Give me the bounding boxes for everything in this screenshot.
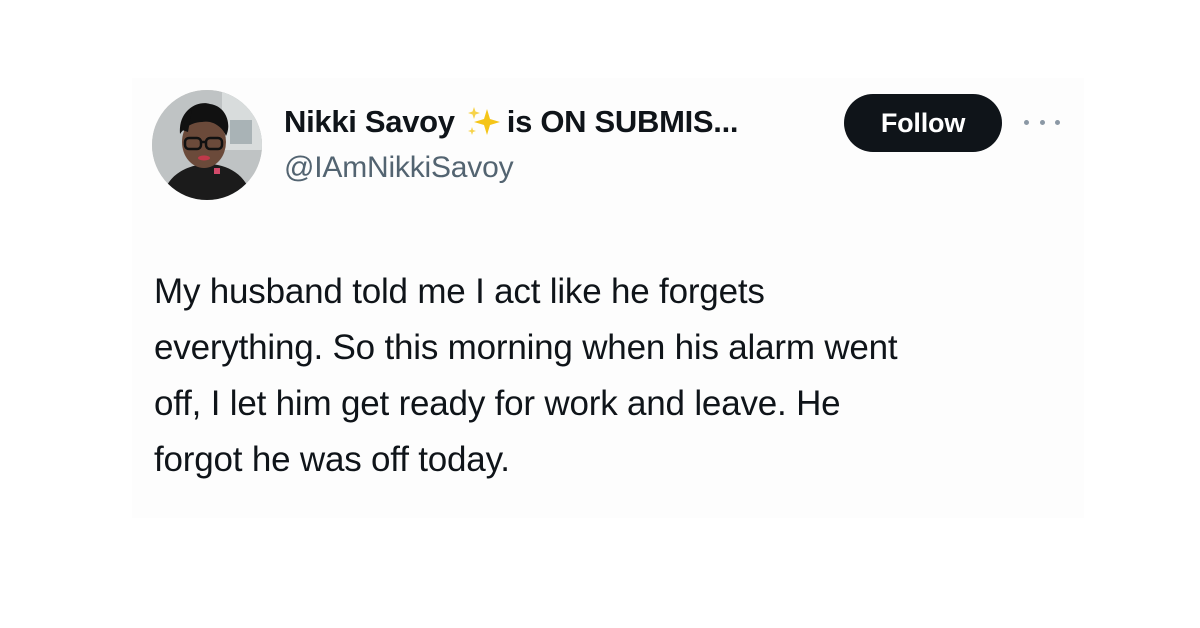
author-display-name[interactable]: Nikki Savoy [284, 102, 455, 142]
tweet-text-line: off, I let him get ready for work and le… [154, 384, 841, 423]
author-name-suffix[interactable]: is ON SUBMIS... [507, 102, 739, 142]
author-name-row[interactable]: Nikki Savoy is ON SUBMIS... [284, 102, 844, 142]
tweet-text-line: forgot he was off today. [154, 440, 510, 479]
page: Nikki Savoy is ON SUBMIS... @IAmNikkiSav… [0, 0, 1200, 628]
avatar[interactable] [152, 90, 262, 200]
dot [1024, 119, 1029, 125]
dot [1055, 119, 1060, 125]
sparkles-icon [465, 105, 503, 139]
tweet-text-line: everything. So this morning when his ala… [154, 328, 898, 367]
more-options-icon[interactable] [1024, 112, 1060, 132]
user-info: Nikki Savoy is ON SUBMIS... @IAmNikkiSav… [284, 102, 844, 188]
tweet-text: My husband told me I act like he forgets… [154, 264, 1074, 488]
avatar-image [152, 90, 262, 200]
follow-button[interactable]: Follow [844, 94, 1002, 152]
author-handle[interactable]: @IAmNikkiSavoy [284, 148, 844, 188]
tweet-text-line: My husband told me I act like he forgets [154, 272, 765, 311]
dot [1039, 119, 1045, 125]
